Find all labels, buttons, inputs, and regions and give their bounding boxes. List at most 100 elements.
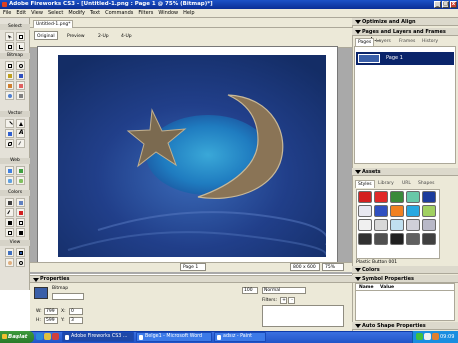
hand-tool[interactable]: [5, 258, 14, 267]
style-swatch[interactable]: [406, 205, 420, 217]
fill-color-icon[interactable]: [16, 208, 25, 217]
line-tool[interactable]: [5, 119, 14, 128]
style-swatch[interactable]: [422, 233, 436, 245]
menu-help[interactable]: Help: [183, 9, 194, 18]
menu-view[interactable]: View: [31, 9, 43, 18]
y-field[interactable]: 3: [69, 317, 83, 324]
blend-mode-select[interactable]: Normal: [262, 287, 306, 294]
blur-tool[interactable]: [5, 91, 14, 100]
marquee-tool[interactable]: [5, 61, 14, 70]
view-original-button[interactable]: Original: [34, 31, 58, 40]
task-paint[interactable]: adsız - Paint: [214, 332, 266, 342]
minimize-button[interactable]: _: [434, 1, 441, 8]
zoom-select[interactable]: 75%: [322, 263, 344, 271]
colors-panel-header[interactable]: Colors: [352, 266, 458, 274]
crop-tool[interactable]: [16, 42, 25, 51]
style-swatch[interactable]: [390, 219, 404, 231]
lasso-tool[interactable]: [16, 61, 25, 70]
menu-commands[interactable]: Commands: [105, 9, 133, 18]
menu-filters[interactable]: Filters: [138, 9, 153, 18]
stroke-color-icon[interactable]: [5, 208, 14, 217]
tab-layers[interactable]: Layers: [374, 38, 393, 46]
quick-launch-ie-icon[interactable]: [36, 333, 43, 340]
properties-panel-header[interactable]: Properties: [30, 275, 352, 283]
object-name-field[interactable]: [52, 293, 84, 300]
style-swatch[interactable]: [374, 205, 388, 217]
menu-text[interactable]: Text: [90, 9, 100, 18]
tab-frames[interactable]: Frames: [397, 38, 417, 46]
show-slices-icon[interactable]: [16, 176, 25, 185]
tab-url[interactable]: URL: [400, 180, 413, 188]
color-swatch-icon[interactable]: [16, 228, 25, 237]
subselection-tool[interactable]: [16, 32, 25, 41]
tray-volume-icon[interactable]: [424, 333, 431, 340]
view-2up-button[interactable]: 2-Up: [95, 31, 112, 40]
quick-launch-folder-icon[interactable]: [44, 333, 51, 340]
optimize-panel-header[interactable]: Optimize and Align: [352, 18, 458, 26]
style-swatch[interactable]: [374, 191, 388, 203]
magic-wand-tool[interactable]: [5, 71, 14, 80]
tab-library[interactable]: Library: [376, 180, 396, 188]
pointer-tool[interactable]: [5, 32, 14, 41]
pages-panel-header[interactable]: Pages and Layers and Frames and ...: [352, 28, 458, 43]
auto-shape-properties-header[interactable]: Auto Shape Properties: [352, 322, 458, 330]
standard-screen-icon[interactable]: [5, 248, 14, 257]
x-field[interactable]: 0: [69, 308, 83, 315]
menu-file[interactable]: File: [3, 9, 11, 18]
style-swatch[interactable]: [358, 233, 372, 245]
style-swatch[interactable]: [358, 205, 372, 217]
slice-tool[interactable]: [16, 166, 25, 175]
tray-network-icon[interactable]: [416, 333, 423, 340]
tab-styles[interactable]: Styles: [355, 180, 375, 188]
no-stroke-icon[interactable]: [5, 228, 14, 237]
menu-modify[interactable]: Modify: [68, 9, 85, 18]
style-swatch[interactable]: [374, 233, 388, 245]
paint-bucket-tool[interactable]: [16, 198, 25, 207]
start-button[interactable]: Başlat: [0, 331, 34, 343]
pen-tool[interactable]: [16, 119, 25, 128]
close-button[interactable]: x: [450, 1, 457, 8]
menu-window[interactable]: Window: [158, 9, 178, 18]
page-select[interactable]: Page 1: [180, 263, 206, 271]
style-swatch[interactable]: [374, 219, 388, 231]
style-swatch[interactable]: [358, 191, 372, 203]
style-swatch[interactable]: [390, 205, 404, 217]
knife-tool[interactable]: [16, 139, 25, 148]
task-word[interactable]: Belge1 - Microsoft Word: [136, 332, 212, 342]
opacity-field[interactable]: 100: [242, 287, 258, 294]
pencil-tool[interactable]: [5, 81, 14, 90]
rectangle-tool[interactable]: [5, 129, 14, 138]
text-tool[interactable]: A: [16, 129, 25, 138]
hide-slices-icon[interactable]: [5, 176, 14, 185]
remove-filter-button[interactable]: -: [288, 297, 295, 304]
quick-launch-media-icon[interactable]: [52, 333, 59, 340]
full-screen-icon[interactable]: [16, 248, 25, 257]
assets-panel-header[interactable]: Assets: [352, 168, 458, 176]
style-swatch[interactable]: [422, 219, 436, 231]
tray-security-icon[interactable]: [432, 333, 439, 340]
tab-history[interactable]: History: [420, 38, 440, 46]
default-colors-icon[interactable]: [5, 218, 14, 227]
view-4up-button[interactable]: 4-Up: [118, 31, 135, 40]
document-tab[interactable]: Untitled-1.png*: [33, 20, 73, 28]
eraser-tool[interactable]: [16, 81, 25, 90]
style-swatch[interactable]: [390, 233, 404, 245]
menu-edit[interactable]: Edit: [16, 9, 26, 18]
symbol-properties-header[interactable]: Symbol Properties: [352, 275, 458, 283]
style-swatch[interactable]: [406, 219, 420, 231]
hotspot-tool[interactable]: [5, 166, 14, 175]
style-swatch[interactable]: [390, 191, 404, 203]
tab-pages[interactable]: Pages: [355, 38, 375, 46]
swap-colors-icon[interactable]: [16, 218, 25, 227]
zoom-tool[interactable]: [16, 258, 25, 267]
eyedropper-tool[interactable]: [5, 198, 14, 207]
tab-shapes[interactable]: Shapes: [416, 180, 436, 188]
style-swatch[interactable]: [406, 191, 420, 203]
freeform-tool[interactable]: [5, 139, 14, 148]
add-filter-button[interactable]: +: [280, 297, 287, 304]
style-swatch[interactable]: [422, 191, 436, 203]
menu-select[interactable]: Select: [48, 9, 63, 18]
height-field[interactable]: 599: [44, 317, 58, 324]
style-swatch[interactable]: [358, 219, 372, 231]
style-swatch[interactable]: [406, 233, 420, 245]
